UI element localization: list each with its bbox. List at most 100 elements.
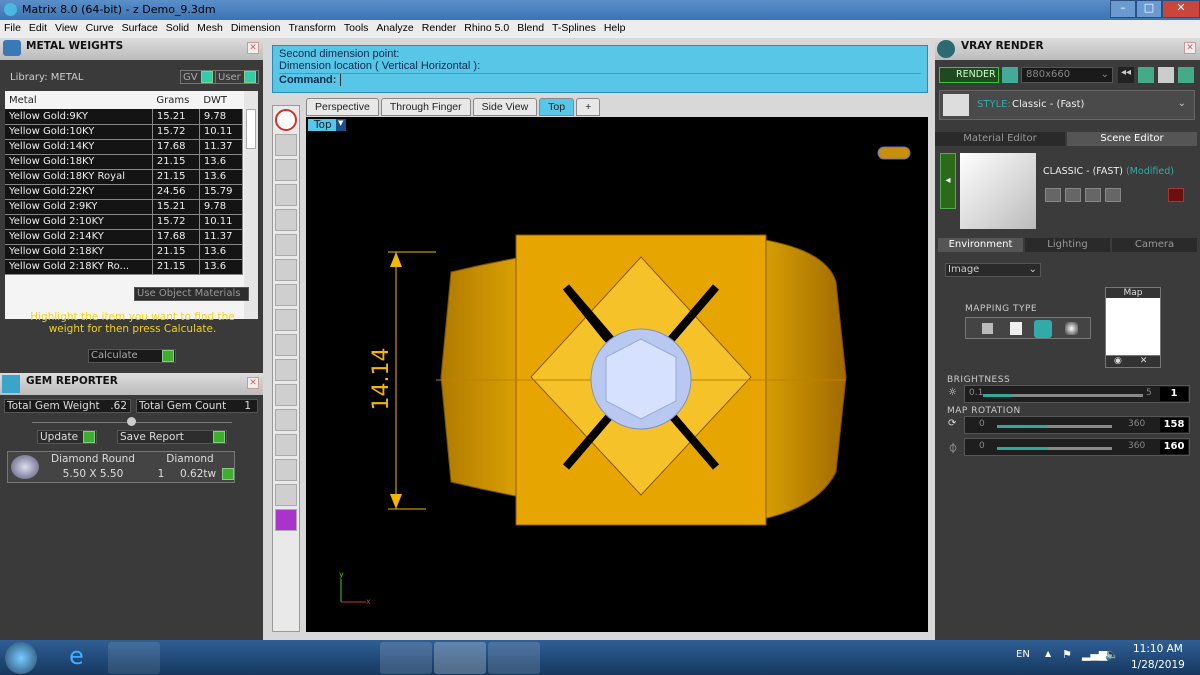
resolution-select[interactable]: 880x660 ⌄: [1021, 67, 1113, 83]
tab-lighting[interactable]: Lighting: [1025, 238, 1110, 252]
tab-scene-editor[interactable]: Scene Editor: [1067, 132, 1197, 146]
teapot-icon[interactable]: [1002, 67, 1018, 83]
globe-icon[interactable]: [275, 159, 297, 181]
rotation-slider-1[interactable]: 0 360 158: [964, 416, 1190, 434]
media-player-icon[interactable]: [161, 642, 213, 674]
rewind-icon[interactable]: ◂◂: [1118, 67, 1134, 83]
cube-icon[interactable]: [275, 259, 297, 281]
tab-environment[interactable]: Environment: [938, 238, 1023, 252]
menu-file[interactable]: File: [4, 22, 21, 38]
network-icon[interactable]: ▂▄▆: [1082, 648, 1107, 661]
table-row[interactable]: Yellow Gold:18KY 21.15 13.6: [5, 154, 244, 170]
environment-type-select[interactable]: Image ⌄: [945, 263, 1041, 277]
menu-solid[interactable]: Solid: [166, 22, 189, 38]
tool-icon[interactable]: [275, 134, 297, 156]
menu-curve[interactable]: Curve: [86, 22, 114, 38]
remove-map-icon[interactable]: ✕: [1140, 356, 1148, 366]
collapse-handle[interactable]: [127, 417, 136, 426]
style-select[interactable]: STYLE: Classic - (Fast) ⌄: [939, 90, 1195, 120]
menu-edit[interactable]: Edit: [29, 22, 47, 38]
axis-icon[interactable]: [275, 209, 297, 231]
color-wheel-icon[interactable]: ◉: [1114, 356, 1122, 366]
snap-r-icon[interactable]: [275, 409, 297, 431]
menu-mesh[interactable]: Mesh: [197, 22, 223, 38]
menu-tsplines[interactable]: T-Splines: [552, 22, 596, 38]
table-row[interactable]: Yellow Gold:10KY 15.72 10.11: [5, 124, 244, 140]
save-report-button[interactable]: Save Report: [117, 430, 227, 444]
close-icon[interactable]: ✕: [247, 377, 259, 389]
table-row[interactable]: Yellow Gold 2:18KY Ro... 21.15 13.6: [5, 259, 244, 275]
menu-tools[interactable]: Tools: [344, 22, 369, 38]
brightness-slider[interactable]: 0.1 5 1: [964, 385, 1190, 403]
m-icon[interactable]: [275, 459, 297, 481]
close-icon[interactable]: ✕: [1184, 42, 1196, 54]
tray-expand-icon[interactable]: ▲: [1045, 649, 1051, 658]
minimize-button[interactable]: –: [1110, 0, 1136, 18]
plane-mapping-icon[interactable]: [982, 323, 993, 334]
table-row[interactable]: Yellow Gold 2:18KY 21.15 13.6: [5, 244, 244, 260]
tab-material-editor[interactable]: Material Editor: [935, 132, 1065, 146]
rotation-slider-2[interactable]: 0 360 160: [964, 438, 1190, 456]
table-row[interactable]: Yellow Gold 2:10KY 15.72 10.11: [5, 214, 244, 230]
cube-icon[interactable]: [275, 284, 297, 306]
reset-icon[interactable]: [1168, 188, 1184, 202]
hand-icon[interactable]: [275, 434, 297, 456]
explorer-icon[interactable]: [108, 642, 160, 674]
table-row[interactable]: Yellow Gold:14KY 17.68 11.37: [5, 139, 244, 155]
maximize-button[interactable]: □: [1136, 0, 1162, 18]
table-row[interactable]: Yellow Gold:22KY 24.56 15.79: [5, 184, 244, 200]
menu-blend[interactable]: Blend: [517, 22, 544, 38]
add-tab-icon[interactable]: +: [576, 98, 601, 116]
add-icon[interactable]: [1105, 188, 1121, 202]
dome-mapping-icon[interactable]: [1065, 322, 1078, 335]
matrix-icon[interactable]: [434, 642, 486, 674]
box-mapping-icon[interactable]: [1010, 322, 1022, 335]
menu-transform[interactable]: Transform: [288, 22, 335, 38]
col-dwt[interactable]: DWT: [199, 91, 243, 109]
table-row[interactable]: Yellow Gold 2:9KY 15.21 9.78: [5, 199, 244, 215]
render-button[interactable]: RENDER: [939, 67, 999, 83]
stop-icon[interactable]: [275, 109, 297, 131]
grid-icon[interactable]: [275, 334, 297, 356]
tab-top[interactable]: Top: [539, 98, 575, 116]
collapse-left-button[interactable]: ◂: [940, 153, 956, 209]
tab-perspective[interactable]: Perspective: [306, 98, 379, 116]
snap-icon[interactable]: [275, 359, 297, 381]
col-metal[interactable]: Metal: [5, 91, 153, 109]
save-as-icon[interactable]: [1065, 188, 1081, 202]
puzzle-icon[interactable]: [275, 509, 297, 531]
use-object-materials-toggle[interactable]: Use Object Materials: [134, 287, 249, 301]
menu-surface[interactable]: Surface: [122, 22, 158, 38]
close-icon[interactable]: ✕: [247, 42, 259, 54]
tab-side-view[interactable]: Side View: [472, 98, 538, 116]
nodes-icon[interactable]: [275, 184, 297, 206]
table-row[interactable]: Yellow Gold 2:14KY 17.68 11.37: [5, 229, 244, 245]
menu-rhino[interactable]: Rhino 5.0: [464, 22, 509, 38]
gv-toggle[interactable]: GV: [180, 70, 216, 84]
save-icon[interactable]: [1045, 188, 1061, 202]
sphere-mapping-icon[interactable]: [1034, 320, 1052, 338]
arrow-up-icon[interactable]: [275, 484, 297, 506]
app-icon[interactable]: [380, 642, 432, 674]
start-button[interactable]: [5, 642, 37, 674]
clock-date[interactable]: 1/28/2019: [1131, 659, 1185, 671]
table-row[interactable]: Yellow Gold:9KY 15.21 9.78: [5, 109, 244, 125]
chrome-icon[interactable]: [325, 642, 377, 674]
menu-render[interactable]: Render: [422, 22, 456, 38]
close-button[interactable]: ✕: [1162, 0, 1200, 18]
cube-icon[interactable]: [275, 234, 297, 256]
clock-time[interactable]: 11:10 AM: [1133, 643, 1183, 655]
app-icon[interactable]: [214, 642, 266, 674]
ie-icon[interactable]: e: [55, 642, 107, 674]
app-icon[interactable]: [488, 642, 540, 674]
viber-icon[interactable]: [270, 642, 322, 674]
calculate-button[interactable]: Calculate: [88, 349, 176, 363]
command-input[interactable]: [340, 74, 910, 87]
menu-dimension[interactable]: Dimension: [231, 22, 281, 38]
language-indicator[interactable]: EN: [1016, 649, 1030, 660]
viewport-top[interactable]: Top ▼ 14.14 y x: [306, 117, 928, 632]
tab-through-finger[interactable]: Through Finger: [380, 98, 471, 116]
volume-icon[interactable]: 🔈: [1105, 648, 1119, 661]
table-row[interactable]: Yellow Gold:18KY Royal 21.15 13.6: [5, 169, 244, 185]
menu-analyze[interactable]: Analyze: [376, 22, 413, 38]
